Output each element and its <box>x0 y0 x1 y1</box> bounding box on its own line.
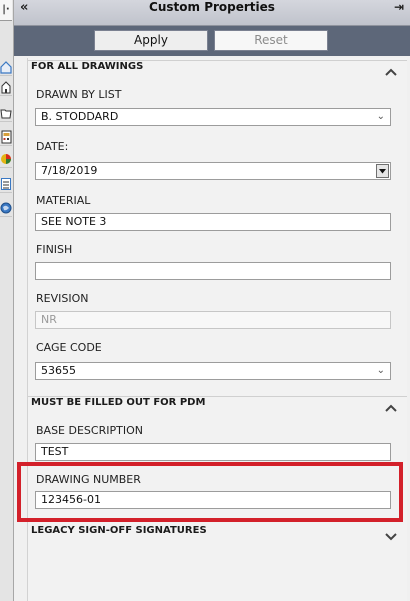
chevron-up-icon[interactable] <box>384 403 398 413</box>
date-dropdown-button[interactable] <box>376 164 389 178</box>
action-bar: Apply Reset <box>14 26 410 56</box>
field-label: REVISION <box>36 292 89 305</box>
cage-code-select[interactable]: 53655 ⌄ <box>35 362 391 380</box>
field-value: 53655 <box>41 364 76 377</box>
chevron-up-icon[interactable] <box>384 67 398 77</box>
field-value: TEST <box>41 445 69 458</box>
field-label: CAGE CODE <box>36 341 102 354</box>
revision-input: NR <box>35 311 391 329</box>
field-value: 7/18/2019 <box>41 164 98 177</box>
apply-button[interactable]: Apply <box>94 30 208 51</box>
field-value: NR <box>41 313 57 326</box>
folder-icon[interactable] <box>0 104 12 122</box>
drawn-by-select[interactable]: B. STODDARD ⌄ <box>35 108 391 126</box>
field-label: BASE DESCRIPTION <box>36 424 143 437</box>
left-toolbar: |· <box>0 0 14 601</box>
section-title: FOR ALL DRAWINGS <box>31 61 144 72</box>
chevron-down-icon[interactable] <box>384 531 398 541</box>
panel-titlebar: « Custom Properties ⇥ <box>14 0 410 26</box>
house-icon[interactable] <box>0 78 12 96</box>
field-label: FINISH <box>36 243 73 256</box>
chevron-down-icon: ⌄ <box>376 111 385 122</box>
pin-icon[interactable]: ⇥ <box>394 0 404 14</box>
finish-input[interactable] <box>35 262 391 280</box>
base-description-input[interactable]: TEST <box>35 443 391 461</box>
highlight-box <box>17 462 403 522</box>
field-label: DATE: <box>36 140 69 153</box>
section-title: MUST BE FILLED OUT FOR PDM <box>31 397 206 408</box>
field-label: MATERIAL <box>36 194 91 207</box>
field-value: B. STODDARD <box>41 110 119 123</box>
field-label: DRAWN BY LIST <box>36 88 122 101</box>
pie-chart-icon[interactable] <box>0 150 12 168</box>
section-header-legacy-signatures[interactable]: LEGACY SIGN-OFF SIGNATURES <box>28 525 407 548</box>
panel-title: Custom Properties <box>149 0 275 14</box>
left-toolbar-button[interactable]: |· <box>0 0 12 21</box>
list-icon[interactable] <box>0 175 12 193</box>
triangle-down-icon <box>379 169 386 174</box>
home-icon[interactable] <box>0 58 12 76</box>
section-title: LEGACY SIGN-OFF SIGNATURES <box>31 525 207 536</box>
chevron-down-icon: ⌄ <box>376 365 385 376</box>
material-input[interactable]: SEE NOTE 3 <box>35 213 391 231</box>
reset-button[interactable]: Reset <box>214 30 328 51</box>
date-picker[interactable]: 7/18/2019 <box>35 162 391 180</box>
section-header-pdm[interactable]: MUST BE FILLED OUT FOR PDM <box>28 396 407 420</box>
field-value: SEE NOTE 3 <box>41 215 107 228</box>
globe-icon[interactable] <box>0 199 12 217</box>
calculator-icon[interactable] <box>0 128 12 146</box>
section-header-all-drawings[interactable]: FOR ALL DRAWINGS <box>28 60 407 84</box>
